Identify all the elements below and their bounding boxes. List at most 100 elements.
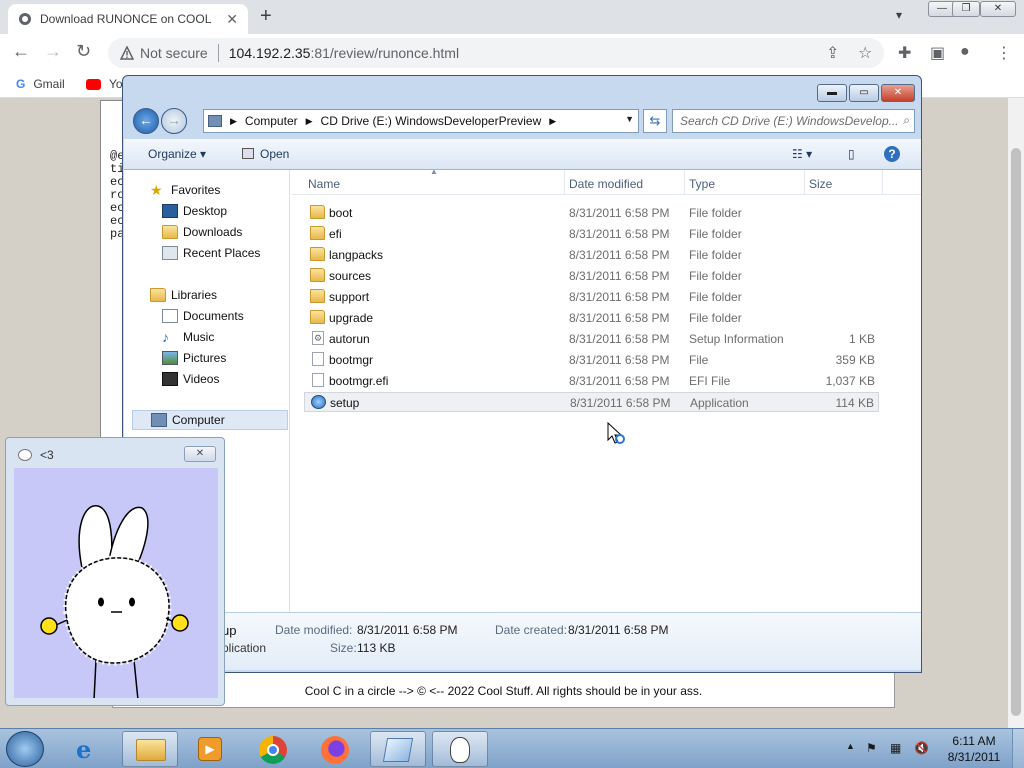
- url-text[interactable]: 104.192.2.35:81/review/runonce.html: [229, 45, 459, 61]
- file-row-upgrade[interactable]: upgrade 8/31/2011 6:58 PM File folder: [304, 308, 879, 328]
- nav-music[interactable]: ♪ Music: [162, 327, 214, 347]
- explorer-search-input[interactable]: Search CD Drive (E:) WindowsDevelop... ⌕: [672, 109, 915, 133]
- help-icon[interactable]: ?: [884, 146, 900, 162]
- explorer-maximize-button[interactable]: ▭: [849, 84, 879, 102]
- file-row-sources[interactable]: sources 8/31/2011 6:58 PM File folder: [304, 266, 879, 286]
- close-window-button[interactable]: ✕: [980, 1, 1016, 17]
- system-clock[interactable]: 6:11 AM 8/31/2011: [944, 733, 1004, 765]
- taskbar-internet-explorer[interactable]: e: [62, 731, 118, 767]
- tab-search-icon[interactable]: ▾: [896, 8, 902, 22]
- nav-favorites[interactable]: ★ Favorites: [150, 180, 220, 200]
- breadcrumb-computer[interactable]: Computer: [245, 114, 298, 128]
- pictures-icon: [162, 351, 178, 365]
- side-panel-icon[interactable]: ▣: [930, 43, 945, 63]
- back-arrow-icon[interactable]: ←: [133, 108, 159, 134]
- clock-time: 6:11 AM: [952, 734, 996, 748]
- share-icon[interactable]: ⇪: [826, 43, 839, 63]
- action-center-flag-icon[interactable]: ⚑: [866, 741, 877, 755]
- scroll-thumb[interactable]: [1011, 148, 1021, 716]
- file-row-bootmgr-efi[interactable]: bootmgr.efi 8/31/2011 6:58 PM EFI File 1,03…: [304, 371, 879, 391]
- busy-cursor-icon: [607, 422, 625, 444]
- nav-pictures-label: Pictures: [183, 351, 227, 365]
- nav-desktop[interactable]: Desktop: [162, 201, 227, 221]
- reload-icon[interactable]: ↻: [76, 41, 91, 62]
- back-icon[interactable]: ←: [12, 41, 30, 62]
- new-tab-button[interactable]: +: [260, 5, 272, 28]
- profile-icon[interactable]: ●: [960, 43, 970, 61]
- extensions-icon[interactable]: ✚: [898, 43, 911, 63]
- file-date: 8/31/2011 6:58 PM: [570, 396, 671, 410]
- bookmark-label: Gmail: [33, 77, 65, 91]
- taskbar-chrome[interactable]: [246, 731, 302, 767]
- bookmark-youtube[interactable]: Yo: [86, 77, 123, 91]
- file-size: 359 KB: [835, 353, 875, 367]
- nav-recent-places[interactable]: Recent Places: [162, 243, 260, 263]
- file-row-langpacks[interactable]: langpacks 8/31/2011 6:58 PM File folder: [304, 245, 879, 265]
- nav-videos[interactable]: Videos: [162, 369, 219, 389]
- show-desktop-button[interactable]: [1012, 729, 1024, 768]
- taskbar-setup-window[interactable]: [370, 731, 426, 767]
- explorer-minimize-button[interactable]: ▬: [817, 84, 847, 102]
- file-row-boot[interactable]: boot 8/31/2011 6:58 PM File folder: [304, 203, 879, 223]
- column-divider[interactable]: [804, 170, 805, 195]
- file-row-setup[interactable]: setup 8/31/2011 6:58 PM Application 114 KB: [304, 392, 879, 412]
- start-button[interactable]: [6, 731, 44, 767]
- column-date-modified[interactable]: Date modified: [569, 177, 643, 191]
- star-icon: ★: [150, 182, 163, 198]
- widget-close-button[interactable]: ✕: [184, 446, 216, 462]
- file-row-autorun[interactable]: ⚙ autorun 8/31/2011 6:58 PM Setup Informati…: [304, 329, 879, 349]
- column-size[interactable]: Size: [809, 177, 832, 191]
- preview-pane-icon[interactable]: ▯: [848, 147, 855, 161]
- nav-downloads[interactable]: Downloads: [162, 222, 242, 242]
- file-date: 8/31/2011 6:58 PM: [569, 332, 670, 346]
- breadcrumb-separator[interactable]: ▶: [230, 116, 237, 127]
- menu-icon[interactable]: ⋮: [996, 43, 1012, 63]
- file-type: Setup Information: [689, 332, 784, 346]
- nav-documents[interactable]: Documents: [162, 306, 244, 326]
- bunny-widget[interactable]: <3 ✕: [5, 437, 225, 706]
- column-type[interactable]: Type: [689, 177, 715, 191]
- detail-date-created-label: Date created:: [495, 623, 568, 637]
- column-divider[interactable]: [882, 170, 883, 195]
- address-dropdown-icon[interactable]: ▼: [625, 114, 634, 124]
- taskbar-media-player[interactable]: ▶: [184, 731, 240, 767]
- page-scrollbar[interactable]: [1008, 98, 1024, 728]
- bookmark-gmail[interactable]: G Gmail: [16, 77, 65, 91]
- nav-pictures[interactable]: Pictures: [162, 348, 226, 368]
- file-date: 8/31/2011 6:58 PM: [569, 311, 670, 325]
- bookmark-star-icon[interactable]: ☆: [858, 43, 872, 63]
- address-bar[interactable]: Not secure 104.192.2.35:81/review/runonc…: [108, 38, 884, 68]
- warning-icon[interactable]: [120, 46, 134, 60]
- file-row-efi[interactable]: efi 8/31/2011 6:58 PM File folder: [304, 224, 879, 244]
- breadcrumb-separator[interactable]: ▶: [306, 116, 313, 127]
- maximize-button[interactable]: ❐: [952, 1, 980, 17]
- taskbar-firefox[interactable]: [308, 731, 364, 767]
- column-divider[interactable]: [564, 170, 565, 195]
- file-row-bootmgr[interactable]: bootmgr 8/31/2011 6:58 PM File 359 KB: [304, 350, 879, 370]
- volume-muted-icon[interactable]: 🔇: [914, 741, 929, 755]
- organize-label: Organize: [148, 147, 197, 161]
- forward-arrow-icon[interactable]: →: [161, 108, 187, 134]
- explorer-close-button[interactable]: ✕: [881, 84, 915, 102]
- column-name[interactable]: Name: [308, 177, 340, 191]
- taskbar-explorer[interactable]: [122, 731, 178, 767]
- browser-tab[interactable]: Download RUNONCE on COOL S ✕: [8, 4, 248, 34]
- taskbar-bunny-widget[interactable]: [432, 731, 488, 767]
- open-button[interactable]: Open: [242, 147, 289, 161]
- close-tab-icon[interactable]: ✕: [226, 11, 238, 28]
- refresh-icon[interactable]: ⇆: [643, 109, 667, 133]
- forward-icon[interactable]: →: [44, 41, 62, 62]
- nav-libraries[interactable]: Libraries: [150, 285, 217, 305]
- search-icon[interactable]: ⌕: [903, 113, 910, 128]
- breadcrumb-separator[interactable]: ▶: [549, 116, 556, 127]
- explorer-address-bar[interactable]: ▶ Computer ▶ CD Drive (E:) WindowsDevelo…: [203, 109, 639, 133]
- column-divider[interactable]: [684, 170, 685, 195]
- show-hidden-icons[interactable]: ▲: [846, 741, 855, 751]
- nav-computer[interactable]: Computer: [132, 410, 288, 430]
- organize-button[interactable]: Organize ▾: [148, 147, 206, 161]
- network-icon[interactable]: ▦: [890, 741, 901, 755]
- folder-icon: [310, 226, 325, 240]
- breadcrumb-drive[interactable]: CD Drive (E:) WindowsDeveloperPreview: [321, 114, 542, 128]
- file-row-support[interactable]: support 8/31/2011 6:58 PM File folder: [304, 287, 879, 307]
- change-view-icon[interactable]: ☷ ▾: [792, 147, 812, 161]
